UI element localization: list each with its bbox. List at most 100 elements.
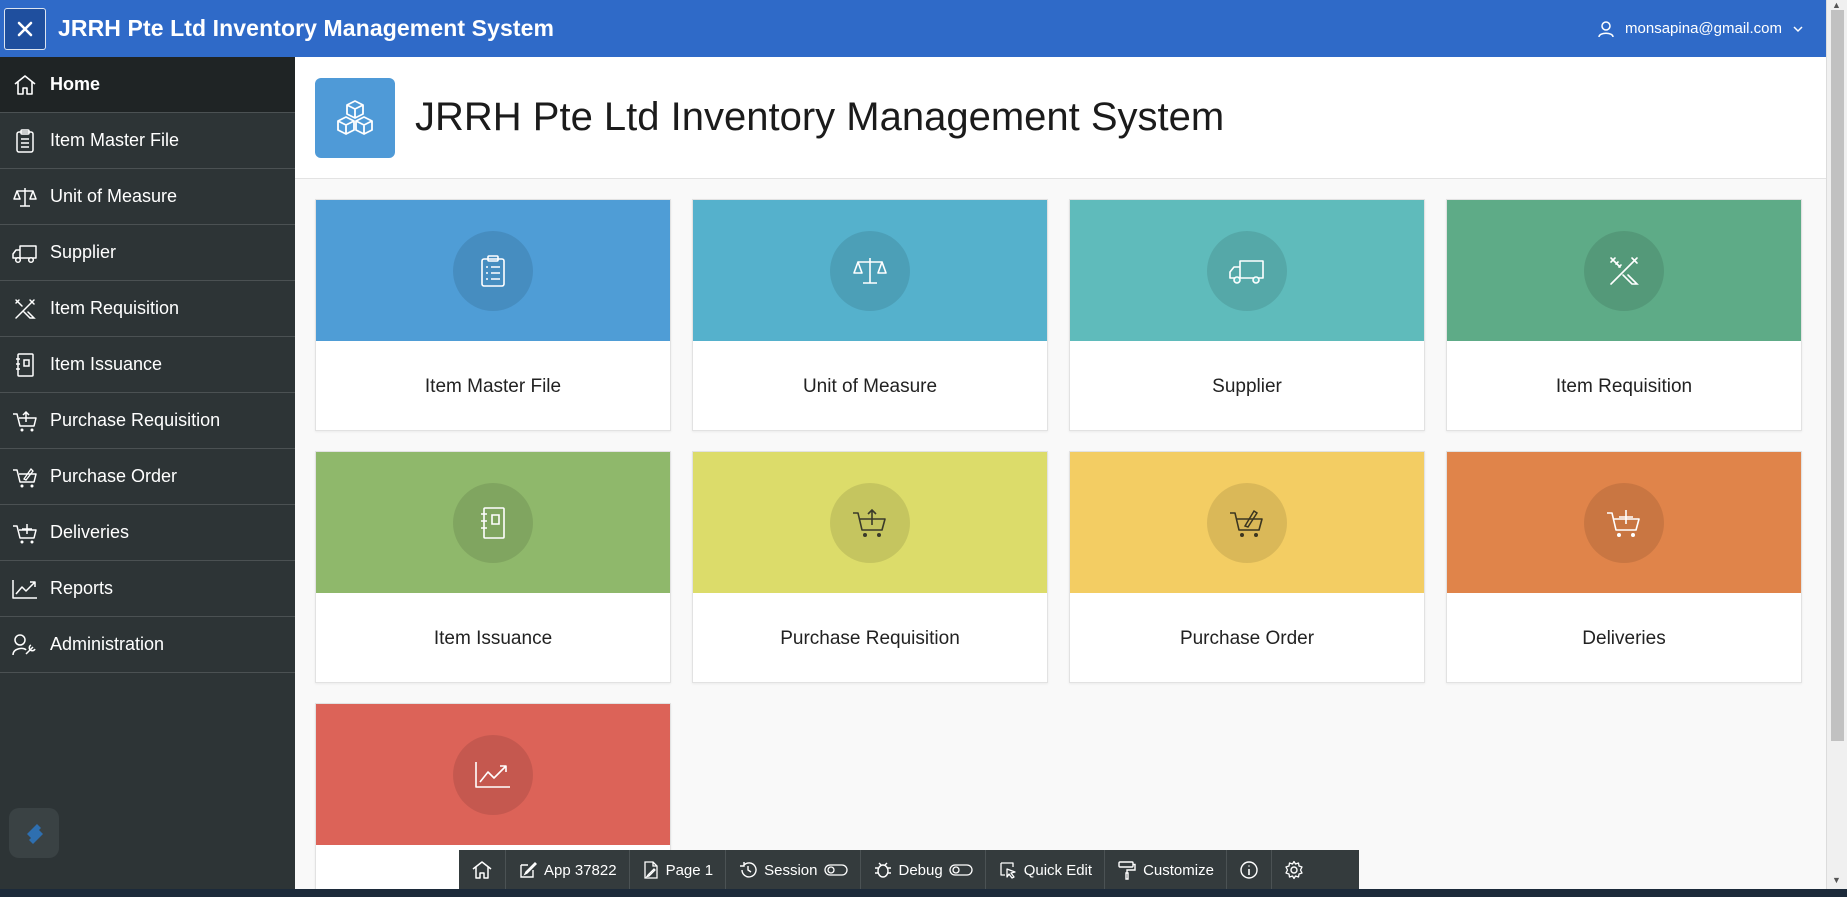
dev-quick-edit-label: Quick Edit (1023, 861, 1093, 879)
line-chart-icon (453, 734, 533, 815)
dev-quick-edit-button[interactable]: Quick Edit (986, 850, 1106, 890)
scroll-up-icon[interactable]: ▲ (1832, 0, 1841, 10)
card-purchase-requisition[interactable]: Purchase Requisition (692, 451, 1048, 683)
cart-upload-icon (0, 409, 50, 433)
dev-customize-button[interactable]: Customize (1105, 850, 1227, 890)
sidebar-item-label: Reports (50, 578, 114, 598)
sidebar-item-home[interactable]: Home (0, 57, 295, 113)
dev-app-label: App 37822 (544, 861, 617, 879)
card-label: Deliveries (1582, 627, 1666, 649)
card-banner (316, 452, 670, 593)
cart-upload-icon (830, 482, 910, 563)
page-title: JRRH Pte Ltd Inventory Management System (415, 95, 1225, 139)
card-banner (316, 200, 670, 341)
sidebar-item-label: Purchase Requisition (50, 410, 221, 430)
card-item-master-file[interactable]: Item Master File (315, 199, 671, 431)
card-label: Purchase Requisition (780, 627, 960, 649)
card-purchase-order[interactable]: Purchase Order (1069, 451, 1425, 683)
sidebar-item-unit-of-measure[interactable]: Unit of Measure (0, 169, 295, 225)
dev-page-button[interactable]: Page 1 (630, 850, 727, 890)
developer-toolbar: App 37822 Page 1 Session Debug Quick Edi… (459, 850, 1359, 890)
toggle-icon[interactable] (949, 863, 973, 877)
sidebar-item-item-issuance[interactable]: Item Issuance (0, 337, 295, 393)
notebook-icon (0, 352, 50, 378)
sidebar-item-item-master-file[interactable]: Item Master File (0, 113, 295, 169)
line-chart-icon (0, 578, 50, 600)
sidebar-item-reports[interactable]: Reports (0, 561, 295, 617)
sidebar-item-label: Item Issuance (50, 354, 163, 374)
card-banner (1447, 452, 1801, 593)
scroll-down-icon[interactable]: ▼ (1832, 875, 1841, 885)
cursor-select-icon (1000, 862, 1016, 879)
cart-add-icon (0, 521, 50, 545)
dev-home-button[interactable] (459, 850, 506, 890)
apex-logo-icon (27, 824, 43, 844)
dev-debug-label: Debug (898, 861, 943, 879)
page-edit-icon (643, 861, 658, 879)
pencil-ruler-icon (0, 297, 50, 321)
user-wrench-icon (0, 633, 50, 657)
sidebar-item-label: Deliveries (50, 522, 130, 542)
close-icon (17, 21, 33, 36)
user-email: monsapina@gmail.com (1625, 20, 1782, 37)
sidebar-item-deliveries[interactable]: Deliveries (0, 505, 295, 561)
card-label: Item Master File (424, 375, 562, 397)
user-icon (1598, 20, 1614, 37)
dev-app-button[interactable]: App 37822 (506, 850, 630, 890)
sidebar-item-label: Supplier (50, 242, 117, 262)
sidebar-item-label: Unit of Measure (50, 186, 178, 206)
card-item-issuance[interactable]: Item Issuance (315, 451, 671, 683)
card-banner (693, 452, 1047, 593)
close-navigation-button[interactable] (4, 7, 46, 50)
truck-icon (0, 242, 50, 264)
dev-session-label: Session (764, 861, 818, 879)
edit-icon (520, 862, 537, 878)
sidebar-item-supplier[interactable]: Supplier (0, 225, 295, 281)
cart-edit-icon (1207, 482, 1287, 563)
info-icon (1240, 861, 1258, 879)
top-header: JRRH Pte Ltd Inventory Management System… (0, 0, 1826, 57)
scroll-thumb[interactable] (1831, 10, 1844, 741)
page-scrollbar[interactable]: ▲ ▼ (1826, 0, 1847, 889)
card-label: Purchase Order (1179, 627, 1315, 649)
sidebar-item-label: Item Requisition (50, 298, 180, 318)
apex-widget-button[interactable] (9, 808, 59, 858)
dev-page-label: Page 1 (665, 861, 714, 879)
history-icon (740, 862, 757, 878)
sidebar-nav: Home Item Master File Unit of Measure Su… (0, 57, 295, 889)
dev-settings-button[interactable] (1272, 850, 1316, 890)
dev-debug-button[interactable]: Debug (861, 850, 986, 890)
app-title[interactable]: JRRH Pte Ltd Inventory Management System (58, 15, 554, 42)
toggle-icon[interactable] (823, 863, 848, 877)
balance-scale-icon (0, 185, 50, 209)
notebook-icon (453, 482, 533, 563)
sidebar-item-purchase-requisition[interactable]: Purchase Requisition (0, 393, 295, 449)
sidebar-item-purchase-order[interactable]: Purchase Order (0, 449, 295, 505)
card-banner (693, 200, 1047, 341)
bug-icon (874, 862, 891, 878)
sidebar-item-administration[interactable]: Administration (0, 617, 295, 673)
sidebar-item-item-requisition[interactable]: Item Requisition (0, 281, 295, 337)
clipboard-list-icon (0, 128, 50, 154)
sidebar-item-label: Home (50, 74, 101, 94)
paint-roller-icon (1118, 861, 1136, 880)
card-supplier[interactable]: Supplier (1069, 199, 1425, 431)
sidebar-item-label: Purchase Order (50, 466, 178, 486)
card-item-requisition[interactable]: Item Requisition (1446, 199, 1802, 431)
card-banner (1447, 200, 1801, 341)
card-label: Item Requisition (1555, 375, 1693, 397)
dev-session-button[interactable]: Session (726, 850, 861, 890)
user-menu[interactable]: monsapina@gmail.com (1597, 0, 1804, 57)
card-unit-of-measure[interactable]: Unit of Measure (692, 199, 1048, 431)
cart-edit-icon (0, 465, 50, 489)
clipboard-list-icon (453, 230, 533, 311)
card-label: Unit of Measure (802, 375, 938, 397)
dev-customize-label: Customize (1143, 861, 1214, 879)
card-deliveries[interactable]: Deliveries (1446, 451, 1802, 683)
home-icon (0, 73, 50, 97)
hero-region: JRRH Pte Ltd Inventory Management System (295, 57, 1826, 179)
home-icon (472, 861, 492, 879)
chevron-down-icon (1793, 25, 1803, 32)
dev-info-button[interactable] (1227, 850, 1272, 890)
gear-icon (1285, 860, 1303, 880)
